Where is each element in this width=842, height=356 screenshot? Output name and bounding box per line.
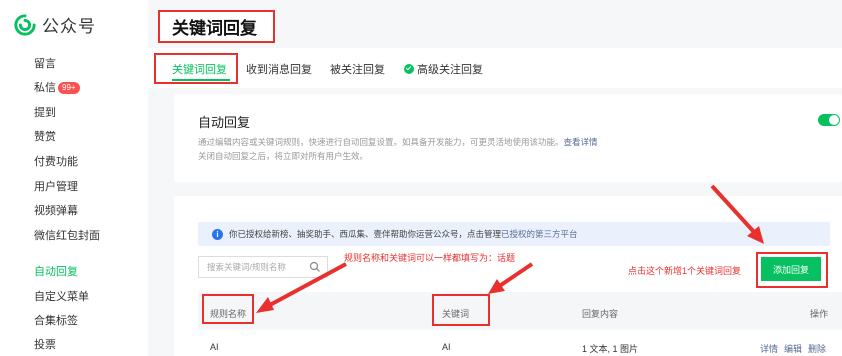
sidebar-item-voting[interactable]: 投票 bbox=[34, 336, 56, 352]
column-header-rule-name: 规则名称 bbox=[210, 309, 247, 319]
search-box bbox=[198, 256, 328, 278]
column-header-keyword: 关键词 bbox=[442, 309, 470, 319]
table-header: 规则名称 关键词 回复内容 操作 bbox=[198, 292, 842, 330]
page-title: 关键词回复 bbox=[172, 19, 257, 38]
auto-reply-card: 自动回复 通过编辑内容或关键词规则，快速进行自动回复设置。如具备开发能力，可更灵… bbox=[174, 94, 842, 182]
column-header-reply-content: 回复内容 bbox=[582, 309, 619, 319]
tab-message-reply[interactable]: 收到消息回复 bbox=[246, 61, 312, 77]
sidebar-item-video-danmaku[interactable]: 视频弹幕 bbox=[34, 202, 78, 218]
toggle-knob bbox=[829, 115, 839, 125]
sidebar-item-red-packet-cover[interactable]: 微信红包封面 bbox=[34, 227, 100, 243]
info-icon: i bbox=[212, 228, 223, 240]
cell-keyword: AI bbox=[442, 342, 451, 352]
wechat-official-logo-icon bbox=[14, 13, 36, 36]
sidebar-item-messages[interactable]: 私信 99+ bbox=[34, 79, 80, 95]
cell-reply-content: 1 文本, 1 图片 bbox=[582, 344, 639, 354]
sidebar-item-user-management[interactable]: 用户管理 bbox=[34, 178, 78, 194]
auto-reply-title: 自动回复 bbox=[198, 115, 251, 130]
auto-reply-toggle[interactable] bbox=[818, 114, 840, 126]
sidebar-item-auto-reply[interactable]: 自动回复 bbox=[34, 263, 78, 279]
check-circle-icon bbox=[404, 64, 414, 74]
sidebar-item-collection-tags[interactable]: 合集标签 bbox=[34, 312, 78, 328]
brand-logo[interactable]: 公众号 bbox=[14, 12, 96, 37]
tabs-bar: 关键词回复 收到消息回复 被关注回复 高级关注回复 bbox=[148, 48, 842, 88]
main-content: 关键词回复 关键词回复 收到消息回复 被关注回复 高级关注回复 自动回复 通过编… bbox=[148, 0, 842, 356]
sidebar-item-custom-menu[interactable]: 自定义菜单 bbox=[34, 288, 89, 304]
view-details-link[interactable]: 查看详情 bbox=[564, 137, 598, 147]
authorization-notice: i 你已授权给新榜、抽奖助手、西瓜集、壹伴帮助你运营公众号，点击管理 已授权的第三… bbox=[198, 222, 830, 246]
cell-rule-name: AI bbox=[210, 342, 219, 352]
page-title-highlight: 关键词回复 bbox=[158, 10, 275, 43]
keyword-rules-card: i 你已授权给新榜、抽奖助手、西瓜集、壹伴帮助你运营公众号，点击管理 已授权的第三… bbox=[174, 196, 842, 356]
table-row: AI AI 1 文本, 1 图片 详情 编辑 删除 bbox=[198, 336, 842, 356]
third-party-platforms-link[interactable]: 已授权的第三方平台 bbox=[501, 228, 578, 240]
edit-link[interactable]: 编辑 bbox=[784, 344, 802, 354]
column-header-actions: 操作 bbox=[810, 309, 829, 319]
brand-name: 公众号 bbox=[42, 17, 96, 36]
auto-reply-note: 关闭自动回复之后，将立即对所有用户生效。 bbox=[198, 151, 369, 161]
sidebar-item-mentions[interactable]: 提到 bbox=[34, 104, 56, 120]
sidebar-item-rewards[interactable]: 赞赏 bbox=[34, 128, 56, 144]
cell-actions: 详情 编辑 删除 bbox=[760, 342, 826, 355]
unread-badge: 99+ bbox=[58, 82, 80, 94]
sidebar-item-paid-features[interactable]: 付费功能 bbox=[34, 153, 78, 169]
sidebar: 公众号 留言 私信 99+ 提到 赞赏 付费功能 用户管理 视频弹幕 微信红包封面… bbox=[0, 0, 148, 356]
add-reply-button[interactable]: 添加回复 bbox=[761, 257, 821, 281]
search-input[interactable] bbox=[199, 257, 299, 277]
rule-name-annotation: 规则名称和关键词可以一样都填写为：话题 bbox=[344, 253, 516, 263]
active-tab-underline bbox=[172, 79, 230, 81]
tab-follow-reply[interactable]: 被关注回复 bbox=[330, 61, 385, 77]
tab-keyword-reply[interactable]: 关键词回复 bbox=[172, 61, 227, 77]
sidebar-item-comments[interactable]: 留言 bbox=[34, 55, 56, 71]
tab-advanced-follow-reply[interactable]: 高级关注回复 bbox=[404, 61, 483, 77]
add-reply-annotation: 点击这个新增1个关键词回复 bbox=[628, 266, 742, 276]
detail-link[interactable]: 详情 bbox=[760, 344, 778, 354]
delete-link[interactable]: 删除 bbox=[808, 344, 826, 354]
auto-reply-description: 通过编辑内容或关键词规则，快速进行自动回复设置。如具备开发能力，可更灵活地使用该… bbox=[198, 137, 598, 147]
search-icon[interactable] bbox=[309, 261, 321, 273]
